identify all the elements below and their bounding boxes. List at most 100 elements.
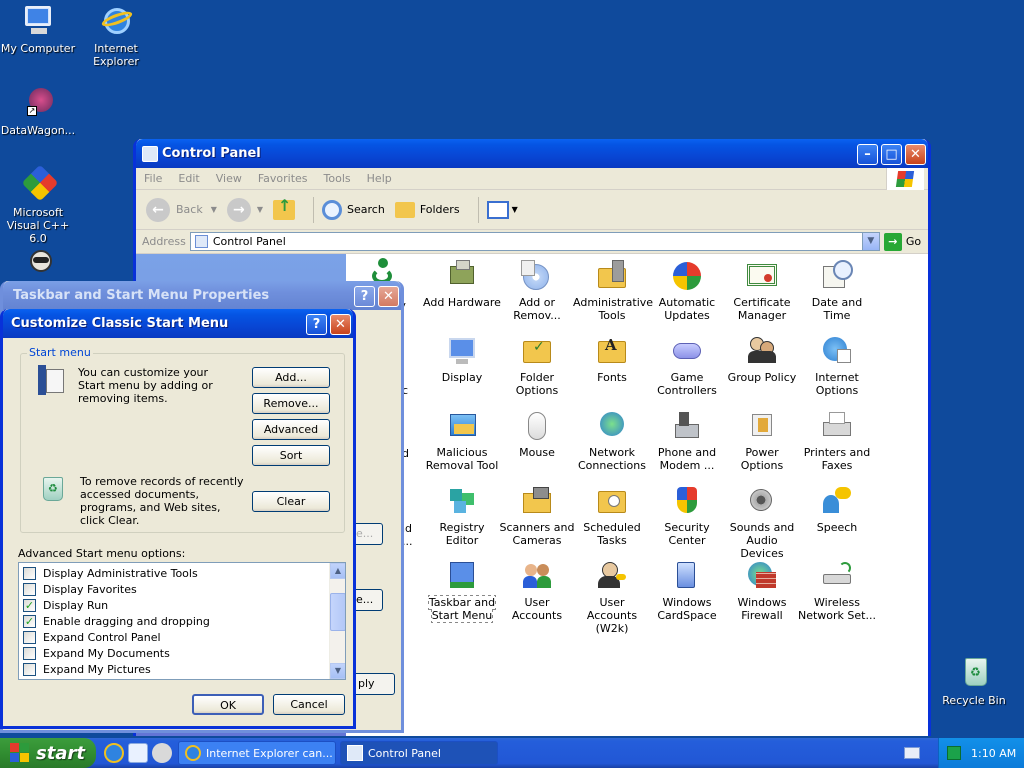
cp-item-display[interactable]: Display [423, 335, 501, 384]
close-button[interactable]: ✕ [378, 286, 399, 307]
remove-button[interactable]: Remove... [252, 393, 330, 414]
cp-item-add-hardware[interactable]: Add Hardware [423, 260, 501, 309]
checkbox[interactable] [23, 646, 36, 660]
cp-item-wireless-network-setup[interactable]: Wireless Network Set... [798, 560, 876, 622]
cp-item-registry-editor[interactable]: Registry Editor [423, 485, 501, 547]
clear-button[interactable]: Clear [252, 491, 330, 512]
mouse-icon [521, 410, 553, 442]
desktop-icon-datawagon[interactable]: ↗ DataWagon... [0, 86, 78, 137]
cp-item-speech[interactable]: Speech [798, 485, 876, 534]
customize-dialog-titlebar[interactable]: Customize Classic Start Menu ? ✕ [3, 309, 353, 338]
close-button[interactable]: ✕ [330, 314, 351, 335]
list-item[interactable]: Expand My Pictures [19, 661, 345, 677]
cp-item-scheduled-tasks[interactable]: Scheduled Tasks [573, 485, 651, 547]
checkbox[interactable] [23, 662, 36, 676]
cp-item-power-options[interactable]: Power Options [723, 410, 801, 472]
checkbox[interactable] [23, 630, 36, 644]
desktop-icon-internet-explorer[interactable]: Internet Explorer [76, 4, 156, 68]
checkbox-checked[interactable]: ✓ [23, 614, 36, 628]
address-dropdown-icon[interactable]: ▼ [861, 233, 879, 250]
cp-item-game-controllers[interactable]: Game Controllers [648, 335, 726, 397]
options-list[interactable]: Display Administrative Tools Display Fav… [18, 562, 346, 680]
cp-item-taskbar-and-start-menu[interactable]: Taskbar and Start Menu [423, 560, 501, 623]
cp-item-windows-firewall[interactable]: Windows Firewall [723, 560, 801, 622]
cp-item-user-accounts-w2k[interactable]: User Accounts (W2k) [573, 560, 651, 635]
clock[interactable]: 1:10 AM [971, 747, 1016, 760]
close-button[interactable]: ✕ [905, 144, 926, 165]
task-internet-explorer[interactable]: Internet Explorer can... [178, 741, 336, 765]
start-button[interactable]: start [0, 738, 96, 768]
list-item[interactable]: Display Favorites [19, 581, 345, 597]
desktop-icon-visual-cpp[interactable]: Microsoft Visual C++ 6.0 [0, 164, 78, 245]
cp-item-network-connections[interactable]: Network Connections [573, 410, 651, 472]
media-player-quicklaunch-icon[interactable] [128, 743, 148, 763]
cp-item-add-remove-programs[interactable]: Add or Remov... [498, 260, 576, 322]
cp-item-phone-and-modem[interactable]: Phone and Modem ... [648, 410, 726, 472]
cp-item-mouse[interactable]: Mouse [498, 410, 576, 459]
desktop-icon-recycle-bin[interactable]: ♻ Recycle Bin [934, 656, 1014, 707]
desktop-icon-my-computer[interactable]: My Computer [0, 4, 78, 55]
menu-favorites[interactable]: Favorites [258, 172, 308, 185]
network-tray-icon[interactable] [947, 746, 961, 760]
gamepad-icon [671, 335, 703, 367]
cp-item-automatic-updates[interactable]: Automatic Updates [648, 260, 726, 322]
control-panel-titlebar[interactable]: Control Panel – □ ✕ [136, 139, 928, 168]
folders-button[interactable]: Folders [394, 201, 460, 218]
checkbox-checked[interactable]: ✓ [23, 598, 36, 612]
cp-item-user-accounts[interactable]: User Accounts [498, 560, 576, 622]
list-item[interactable]: ✓ Enable dragging and dropping [19, 613, 345, 629]
list-item[interactable]: Expand Control Panel [19, 629, 345, 645]
search-icon [322, 199, 343, 220]
checkbox[interactable] [23, 566, 36, 580]
cp-item-certificate-manager[interactable]: Certificate Manager [723, 260, 801, 322]
ok-button[interactable]: OK [192, 694, 264, 715]
menu-view[interactable]: View [216, 172, 242, 185]
cardspace-icon [671, 560, 703, 592]
cp-item-malicious-removal-tool[interactable]: Malicious Removal Tool [423, 410, 501, 472]
cp-item-sounds-and-audio[interactable]: Sounds and Audio Devices [723, 485, 801, 560]
cp-item-scanners-and-cameras[interactable]: Scanners and Cameras [498, 485, 576, 547]
cp-item-folder-options[interactable]: ✓ Folder Options [498, 335, 576, 397]
views-button[interactable]: ▼ [486, 200, 518, 219]
scroll-down-icon[interactable]: ▼ [330, 663, 345, 679]
keyboard-icon[interactable] [904, 747, 920, 759]
cp-item-date-and-time[interactable]: Date and Time [798, 260, 876, 322]
cp-item-group-policy[interactable]: Group Policy [723, 335, 801, 384]
address-field[interactable]: Control Panel ▼ [189, 232, 880, 251]
cancel-button[interactable]: Cancel [273, 694, 345, 715]
show-desktop-quicklaunch-icon[interactable] [152, 743, 172, 763]
taskbar-properties-titlebar[interactable]: Taskbar and Start Menu Properties ? ✕ [3, 281, 401, 310]
up-folder-button[interactable]: ↑ [273, 196, 296, 220]
vertical-scrollbar[interactable]: ▲ ▼ [329, 563, 345, 679]
menu-tools[interactable]: Tools [324, 172, 351, 185]
cp-item-security-center[interactable]: Security Center [648, 485, 726, 547]
maximize-button[interactable]: □ [881, 144, 902, 165]
help-button[interactable]: ? [354, 286, 375, 307]
advanced-button[interactable]: Advanced [252, 419, 330, 440]
menu-file[interactable]: File [144, 172, 162, 185]
cp-item-printers-and-faxes[interactable]: Printers and Faxes [798, 410, 876, 472]
minimize-button[interactable]: – [857, 144, 878, 165]
task-control-panel[interactable]: Control Panel [340, 741, 498, 765]
forward-button[interactable]: → ▼ [226, 197, 263, 222]
dialog-title: Customize Classic Start Menu [11, 316, 229, 331]
scroll-up-icon[interactable]: ▲ [330, 563, 345, 579]
search-button[interactable]: Search [322, 199, 385, 220]
menu-edit[interactable]: Edit [178, 172, 199, 185]
internet-explorer-quicklaunch-icon[interactable] [104, 743, 124, 763]
checkbox[interactable] [23, 582, 36, 596]
cp-item-windows-cardspace[interactable]: Windows CardSpace [648, 560, 726, 622]
help-button[interactable]: ? [306, 314, 327, 335]
list-item[interactable]: ✓ Display Run [19, 597, 345, 613]
menu-help[interactable]: Help [367, 172, 392, 185]
cp-item-internet-options[interactable]: Internet Options [798, 335, 876, 397]
cp-item-administrative-tools[interactable]: Administrative Tools [573, 260, 653, 322]
back-button[interactable]: ← Back ▼ [146, 197, 217, 222]
go-button[interactable]: → Go [883, 232, 921, 251]
cp-item-fonts[interactable]: A Fonts [573, 335, 651, 385]
sort-button[interactable]: Sort [252, 445, 330, 466]
list-item[interactable]: Expand My Documents [19, 645, 345, 661]
scroll-thumb[interactable] [330, 593, 345, 631]
list-item[interactable]: Display Administrative Tools [19, 565, 345, 581]
add-button[interactable]: Add... [252, 367, 330, 388]
